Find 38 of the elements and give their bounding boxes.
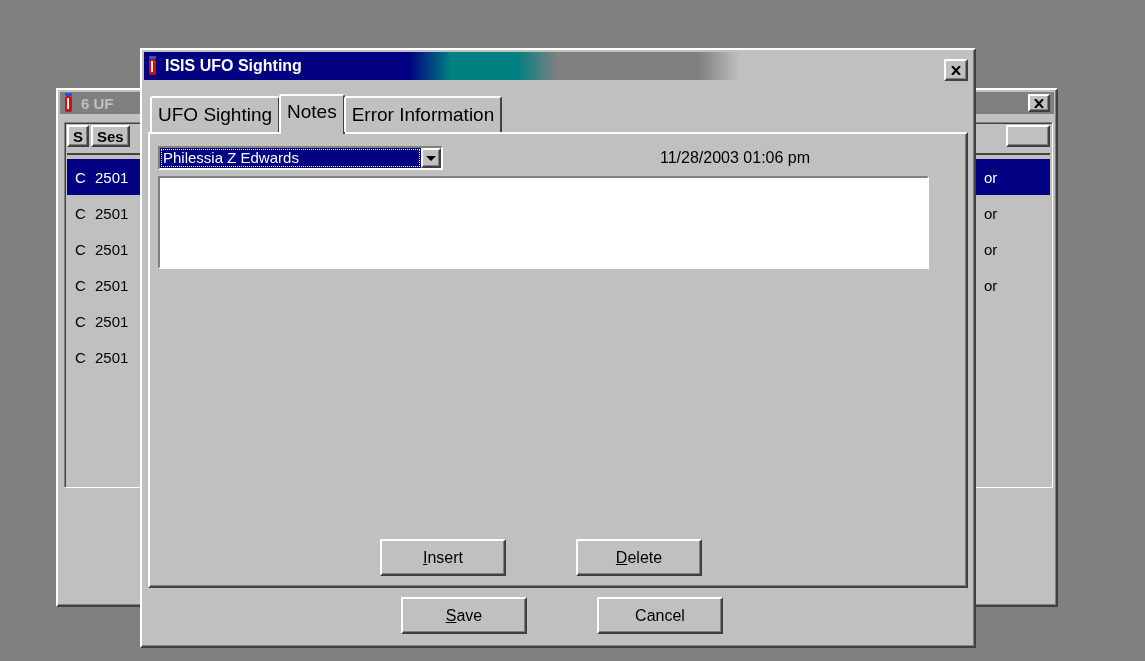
status-cell-text: C — [74, 312, 87, 330]
close-icon — [951, 65, 961, 75]
session-cell-text: 2501 — [95, 168, 130, 186]
action-button[interactable]: Insert — [380, 539, 506, 576]
status-cell-text: C — [74, 276, 87, 294]
session-cell-text: 2501 — [95, 348, 130, 366]
session-cell-text: 2501 — [95, 204, 130, 222]
tab[interactable]: Error Information — [343, 96, 503, 132]
session-cell-text: 2501 — [95, 276, 130, 294]
column-header[interactable] — [1006, 125, 1050, 147]
session-cell-text: 2501 — [95, 240, 130, 258]
action-button[interactable]: Delete — [576, 539, 702, 576]
dialog-button[interactable]: Save — [401, 597, 527, 634]
dropdown-arrow-icon — [426, 155, 436, 161]
status-cell-text: C — [74, 240, 87, 258]
note-text-field[interactable] — [158, 176, 929, 269]
table-cell-text: or — [984, 168, 999, 186]
timestamp: 11/28/2003 01:06 pm — [660, 149, 811, 167]
dialog-button[interactable]: Cancel — [597, 597, 723, 634]
status-cell-text: C — [74, 204, 87, 222]
close-icon — [1034, 98, 1044, 108]
table-cell-text: or — [984, 276, 999, 294]
window-title: 6 UF — [81, 94, 114, 112]
status-cell-text: C — [74, 348, 87, 366]
tab[interactable]: Notes — [279, 94, 345, 134]
close-button[interactable] — [1028, 94, 1050, 112]
table-cell-text: or — [984, 240, 999, 258]
column-header[interactable]: S — [67, 125, 89, 147]
author-dropdown[interactable]: Philessia Z Edwards — [158, 146, 443, 170]
app-icon — [64, 93, 73, 113]
close-button[interactable] — [944, 59, 968, 81]
status-cell-text: C — [74, 168, 87, 186]
window-title: ISIS UFO Sighting — [165, 57, 302, 75]
table-cell-text: or — [984, 204, 999, 222]
tab[interactable]: UFO Sighting — [150, 96, 281, 132]
app-icon — [148, 56, 157, 76]
column-header[interactable]: Ses — [91, 125, 130, 147]
session-cell-text: 2501 — [95, 312, 130, 330]
